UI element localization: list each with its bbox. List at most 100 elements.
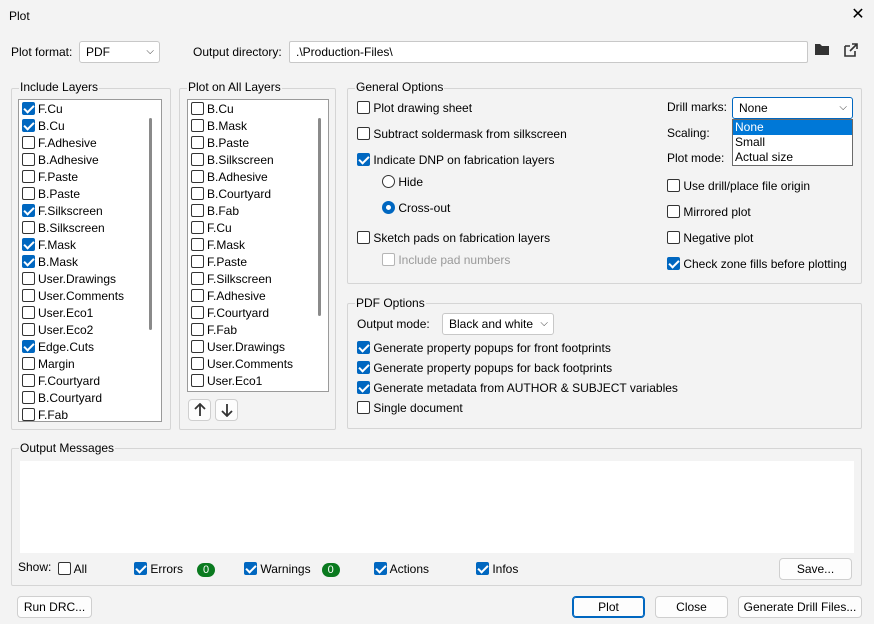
- include-layer-checkbox[interactable]: [22, 391, 35, 404]
- plot-all-layer-checkbox[interactable]: [191, 272, 204, 285]
- drill-option-none[interactable]: None: [733, 120, 852, 135]
- include-layer-item[interactable]: User.Comments: [19, 288, 124, 305]
- filter-infos[interactable]: Infos: [476, 561, 518, 577]
- warnings-checkbox[interactable]: [244, 562, 257, 575]
- plot-all-layers-scrollbar[interactable]: [318, 118, 321, 316]
- plot-all-layer-item[interactable]: B.Paste: [188, 135, 249, 152]
- errors-checkbox[interactable]: [134, 562, 147, 575]
- include-layers-list[interactable]: F.Cu B.Cu F.Adhesive B.Adhesive F.Paste B.Pas…: [18, 99, 162, 422]
- negative-plot-option[interactable]: Negative plot: [667, 230, 753, 246]
- include-layer-checkbox[interactable]: [22, 170, 35, 183]
- move-down-button[interactable]: [215, 399, 238, 421]
- drill-option-actual-size[interactable]: Actual size: [733, 150, 852, 165]
- indicate-dnp-option[interactable]: Indicate DNP on fabrication layers: [357, 152, 555, 168]
- back-popups-checkbox[interactable]: [357, 361, 370, 374]
- include-layer-item[interactable]: F.Adhesive: [19, 135, 97, 152]
- plot-all-layer-checkbox[interactable]: [191, 153, 204, 166]
- metadata-checkbox[interactable]: [357, 381, 370, 394]
- all-checkbox[interactable]: [58, 562, 71, 575]
- subtract-soldermask-option[interactable]: Subtract soldermask from silkscreen: [357, 126, 567, 142]
- plot-all-layer-item[interactable]: B.Cu: [188, 101, 234, 118]
- plot-all-layer-checkbox[interactable]: [191, 357, 204, 370]
- plot-format-select[interactable]: PDF ⌵: [79, 41, 160, 63]
- move-up-button[interactable]: [188, 399, 211, 421]
- include-layer-item[interactable]: B.Cu: [19, 118, 65, 135]
- include-layer-item[interactable]: F.Paste: [19, 169, 78, 186]
- filter-warnings[interactable]: Warnings 0: [244, 561, 340, 577]
- actions-checkbox[interactable]: [374, 562, 387, 575]
- open-external-icon[interactable]: [841, 42, 861, 62]
- drill-marks-select[interactable]: None ⌵: [732, 97, 853, 119]
- include-layer-checkbox[interactable]: [22, 187, 35, 200]
- plot-all-layer-item[interactable]: F.Adhesive: [188, 288, 266, 305]
- output-mode-select[interactable]: Black and white ⌵: [442, 313, 554, 335]
- plot-button[interactable]: Plot: [572, 596, 645, 618]
- mirrored-plot-option[interactable]: Mirrored plot: [667, 204, 751, 220]
- plot-all-layer-checkbox[interactable]: [191, 306, 204, 319]
- infos-checkbox[interactable]: [476, 562, 489, 575]
- plot-all-layer-item[interactable]: User.Comments: [188, 356, 293, 373]
- plot-all-layer-checkbox[interactable]: [191, 136, 204, 149]
- plot-all-layer-item[interactable]: F.Paste: [188, 254, 247, 271]
- close-icon[interactable]: ✕: [846, 4, 870, 28]
- include-layer-item[interactable]: User.Drawings: [19, 271, 116, 288]
- plot-all-layer-item[interactable]: B.Courtyard: [188, 186, 271, 203]
- mirrored-plot-checkbox[interactable]: [667, 205, 680, 218]
- include-layer-item[interactable]: B.Adhesive: [19, 152, 99, 169]
- include-layer-item[interactable]: B.Mask: [19, 254, 78, 271]
- plot-drawing-sheet-checkbox[interactable]: [357, 101, 370, 114]
- filter-errors[interactable]: Errors 0: [134, 561, 216, 577]
- back-popups-option[interactable]: Generate property popups for back footpr…: [357, 360, 612, 376]
- include-layer-item[interactable]: User.Eco2: [19, 322, 93, 339]
- include-layer-checkbox[interactable]: [22, 357, 35, 370]
- plot-all-layer-checkbox[interactable]: [191, 238, 204, 251]
- metadata-option[interactable]: Generate metadata from AUTHOR & SUBJECT …: [357, 380, 678, 396]
- generate-drill-files-button[interactable]: Generate Drill Files...: [738, 596, 862, 618]
- single-document-option[interactable]: Single document: [357, 400, 463, 416]
- plot-all-layer-item[interactable]: F.Cu: [188, 220, 232, 237]
- include-layer-checkbox[interactable]: [22, 136, 35, 149]
- save-button[interactable]: Save...: [779, 558, 852, 580]
- include-layer-checkbox[interactable]: [22, 119, 35, 132]
- include-layer-item[interactable]: F.Cu: [19, 101, 63, 118]
- plot-all-layer-checkbox[interactable]: [191, 374, 204, 387]
- drill-marks-dropdown[interactable]: None Small Actual size: [732, 119, 853, 166]
- include-layer-checkbox[interactable]: [22, 408, 35, 421]
- output-dir-input[interactable]: .\Production-Files\: [289, 41, 808, 63]
- indicate-dnp-checkbox[interactable]: [357, 153, 370, 166]
- include-layer-checkbox[interactable]: [22, 204, 35, 217]
- use-drill-origin-option[interactable]: Use drill/place file origin: [667, 178, 810, 194]
- plot-all-layer-item[interactable]: User.Drawings: [188, 339, 285, 356]
- filter-actions[interactable]: Actions: [374, 561, 429, 577]
- check-zone-fills-option[interactable]: Check zone fills before plotting: [667, 256, 847, 272]
- front-popups-option[interactable]: Generate property popups for front footp…: [357, 340, 611, 356]
- plot-all-layer-item[interactable]: F.Fab: [188, 322, 237, 339]
- include-layers-scrollbar[interactable]: [149, 118, 152, 330]
- include-layer-item[interactable]: F.Mask: [19, 237, 76, 254]
- close-button[interactable]: Close: [655, 596, 728, 618]
- plot-all-layer-checkbox[interactable]: [191, 119, 204, 132]
- check-zone-fills-checkbox[interactable]: [667, 257, 680, 270]
- drill-option-small[interactable]: Small: [733, 135, 852, 150]
- include-layer-checkbox[interactable]: [22, 221, 35, 234]
- sketch-pads-option[interactable]: Sketch pads on fabrication layers: [357, 230, 550, 246]
- single-document-checkbox[interactable]: [357, 401, 370, 414]
- plot-all-layer-item[interactable]: B.Adhesive: [188, 169, 268, 186]
- include-layer-item[interactable]: User.Eco1: [19, 305, 93, 322]
- include-layer-checkbox[interactable]: [22, 272, 35, 285]
- plot-all-layer-item[interactable]: B.Mask: [188, 118, 247, 135]
- cross-out-radio[interactable]: [382, 201, 395, 214]
- plot-all-layer-checkbox[interactable]: [191, 187, 204, 200]
- output-messages-area[interactable]: [20, 461, 854, 553]
- cross-out-option[interactable]: Cross-out: [382, 200, 450, 216]
- plot-all-layer-checkbox[interactable]: [191, 340, 204, 353]
- plot-all-layer-item[interactable]: F.Courtyard: [188, 305, 269, 322]
- plot-drawing-sheet-option[interactable]: Plot drawing sheet: [357, 100, 472, 116]
- plot-all-layer-item[interactable]: User.Eco1: [188, 373, 262, 390]
- subtract-soldermask-checkbox[interactable]: [357, 127, 370, 140]
- filter-all[interactable]: All: [58, 561, 87, 577]
- include-layer-checkbox[interactable]: [22, 374, 35, 387]
- include-layer-item[interactable]: F.Courtyard: [19, 373, 100, 390]
- hide-radio[interactable]: [382, 175, 395, 188]
- include-layer-checkbox[interactable]: [22, 153, 35, 166]
